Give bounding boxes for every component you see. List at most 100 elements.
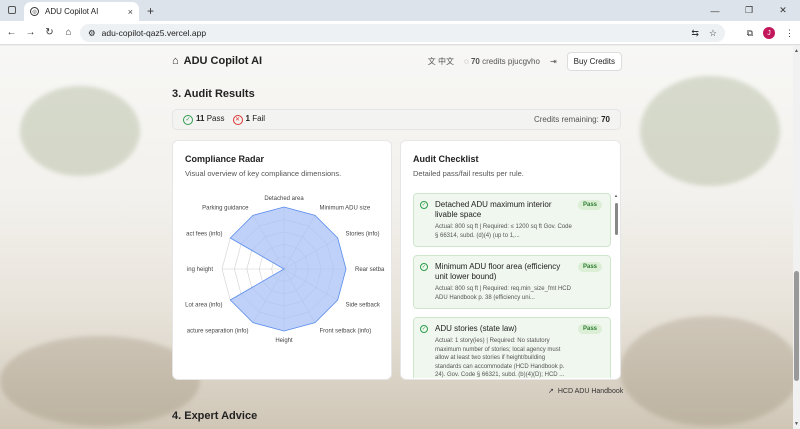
hcd-handbook-link[interactable]: ↗ HCD ADU Handbook [548, 387, 624, 396]
item-detail: Actual: 800 sq ft | Required: req.min_si… [435, 286, 571, 301]
globe-icon: ◎ [30, 7, 39, 16]
url-text[interactable]: adu-copilot-qaz5.vercel.app [102, 28, 206, 38]
page-scrollbar[interactable]: ▲ ▼ [793, 46, 800, 429]
radar-axis-label: Parking guidance [202, 206, 249, 212]
coin-icon: ◌ [463, 56, 469, 66]
radar-axis-label: Rear setba [355, 267, 385, 273]
item-title: Detached ADU maximum interior livable sp… [435, 200, 552, 219]
pass-summary: ✓ 11 Pass [183, 114, 225, 125]
fail-summary: ✕ 1 Fail [232, 114, 266, 125]
external-link-icon: ↗ [548, 388, 554, 395]
browser-tools: ⧉ J ⋮ [747, 21, 794, 45]
checklist-item[interactable]: ✓ Detached ADU maximum interior livable … [413, 193, 611, 247]
pass-badge: Pass [577, 262, 602, 272]
item-title: Minimum ADU floor area (efficiency unit … [435, 262, 561, 281]
scroll-up-arrow-icon[interactable]: ▲ [614, 193, 618, 198]
item-title: ADU stories (state law) [435, 324, 517, 333]
background-house-left [0, 336, 200, 426]
window-controls: — ❐ ✕ [698, 0, 800, 21]
checklist-item[interactable]: ✓ Minimum ADU floor area (efficiency uni… [413, 255, 611, 309]
browser-toolbar: ← → ↻ ⌂ ⚙ adu-copilot-qaz5.vercel.app ⇆ … [0, 21, 800, 45]
compliance-radar-card: Compliance Radar Visual overview of key … [172, 140, 392, 380]
buy-credits-button[interactable]: Buy Credits [566, 51, 622, 71]
browser-tab[interactable]: ◎ ADU Copilot AI × [24, 2, 139, 21]
extensions-icon[interactable]: ⧉ [747, 28, 753, 39]
back-icon[interactable]: ← [2, 27, 21, 38]
logout-icon[interactable]: ⇥ [550, 57, 557, 66]
username: pjucgvho [507, 56, 540, 66]
language-label: 中文 [437, 56, 454, 66]
tab-title: ADU Copilot AI [45, 7, 99, 16]
background-palm-left [20, 86, 140, 176]
app-header: ⌂ ADU Copilot AI 文 中文 ◌ 70 credits pjucg… [172, 51, 622, 71]
pass-badge: Pass [577, 200, 602, 210]
home-icon[interactable]: ⌂ [59, 27, 78, 38]
brand[interactable]: ⌂ ADU Copilot AI [172, 55, 262, 67]
background-palm-right [640, 76, 780, 186]
forward-icon[interactable]: → [21, 27, 40, 38]
expert-section-title: 4. Expert Advice [172, 410, 258, 422]
radar-axis-label: Detached area [264, 196, 304, 202]
brand-name: ADU Copilot AI [183, 55, 263, 67]
checklist-title: Audit Checklist [413, 154, 479, 164]
credits-display: ◌ 70 credits pjucgvho [464, 57, 540, 66]
restore-icon[interactable]: ❐ [732, 0, 766, 21]
tab-search-icon[interactable] [8, 6, 16, 14]
browser-tab-bar: ◎ ADU Copilot AI × + — ❐ ✕ [0, 0, 800, 21]
checklist-scrollbar[interactable]: ▲ [614, 193, 619, 378]
x-circle-icon: ✕ [232, 114, 243, 125]
credits-remaining-value: 70 [601, 115, 610, 124]
checklist-subtitle: Detailed pass/fail results per rule. [413, 169, 524, 178]
fail-label: Fail [252, 114, 266, 124]
audit-section-title: 3. Audit Results [172, 88, 255, 100]
site-info-icon[interactable]: ⚙ [88, 28, 96, 39]
radar-title: Compliance Radar [185, 154, 265, 164]
translate-icon[interactable]: ⇆ [691, 28, 699, 39]
radar-axis-label: Minimum ADU size [320, 206, 371, 212]
radar-axis-label: ing height [187, 267, 213, 273]
reload-icon[interactable]: ↻ [40, 27, 59, 38]
radar-axis-label: act fees (info) [186, 232, 222, 238]
address-bar[interactable]: ⚙ adu-copilot-qaz5.vercel.app ⇆ ☆ [80, 24, 725, 42]
radar-axis-label: acture separation (info) [187, 328, 249, 334]
radar-axis-label: Lot area (info) [185, 303, 222, 309]
new-tab-button[interactable]: + [147, 4, 154, 18]
check-circle-icon: ✓ [420, 263, 428, 271]
minimize-icon[interactable]: — [698, 0, 732, 21]
bookmark-star-icon[interactable]: ☆ [709, 28, 717, 39]
profile-avatar[interactable]: J [763, 27, 775, 39]
radar-axis-label: Height [275, 338, 293, 344]
page-viewport: ⌂ ADU Copilot AI 文 中文 ◌ 70 credits pjucg… [0, 46, 793, 429]
page-scroll-thumb[interactable] [794, 271, 799, 381]
check-circle-icon: ✓ [420, 325, 428, 333]
house-icon: ⌂ [172, 55, 179, 67]
language-toggle[interactable]: 文 中文 [428, 56, 454, 67]
audit-checklist-card: Audit Checklist Detailed pass/fail resul… [400, 140, 621, 380]
checklist-scroll-thumb[interactable] [615, 203, 618, 235]
item-detail: Actual: 800 sq ft | Required: ≤ 1200 sq … [435, 224, 572, 239]
checklist-list[interactable]: ✓ Detached ADU maximum interior livable … [413, 193, 611, 378]
radar-axis-label: Stories (info) [345, 232, 379, 238]
radar-subtitle: Visual overview of key compliance dimens… [185, 169, 342, 178]
radar-axis-label: Side setback [345, 303, 380, 309]
checklist-item[interactable]: ✓ ADU stories (state law) Actual: 1 stor… [413, 317, 611, 378]
item-detail: Actual: 1 story(ies) | Required: No stat… [435, 338, 565, 378]
background-house-right [620, 316, 793, 426]
language-icon: 文 [427, 56, 436, 66]
check-circle-icon: ✓ [420, 201, 428, 209]
pass-count: 11 [196, 114, 205, 124]
close-window-icon[interactable]: ✕ [766, 0, 800, 21]
menu-kebab-icon[interactable]: ⋮ [785, 28, 794, 39]
credits-count: 70 [470, 56, 480, 66]
scroll-up-icon[interactable]: ▲ [794, 48, 799, 54]
pass-badge: Pass [577, 324, 602, 334]
hcd-handbook-label: HCD ADU Handbook [557, 387, 624, 395]
check-circle-icon: ✓ [183, 114, 193, 125]
radar-axis-label: Front setback (info) [320, 328, 372, 334]
credits-label: credits [482, 56, 506, 66]
pass-label: Pass [206, 114, 225, 124]
tab-close-icon[interactable]: × [128, 7, 133, 17]
fail-count: 1 [245, 114, 250, 124]
scroll-down-icon[interactable]: ▼ [794, 421, 799, 427]
credits-remaining-label: Credits remaining: [533, 115, 599, 124]
